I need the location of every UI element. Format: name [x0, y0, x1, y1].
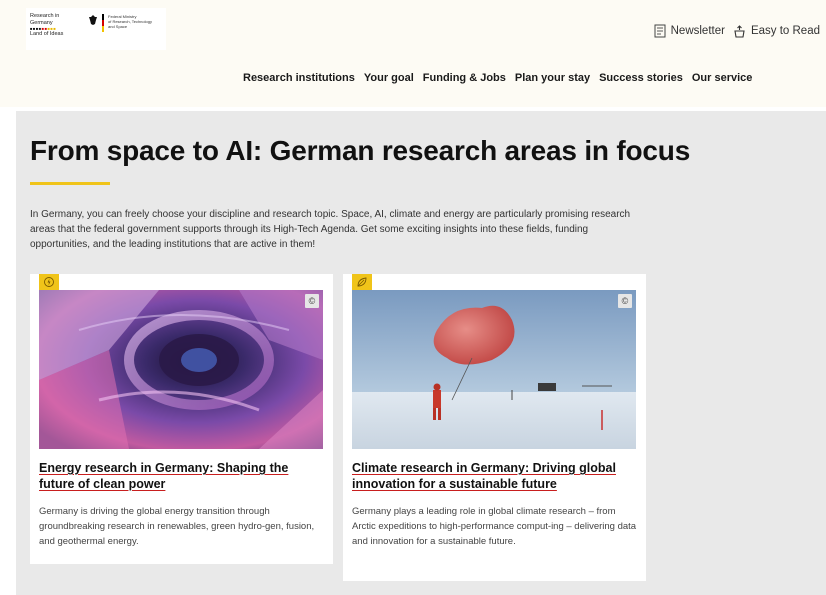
newsletter-icon — [654, 24, 666, 38]
energy-research-image: © — [39, 290, 323, 449]
easy-to-read-link[interactable]: Easy to Read — [733, 24, 820, 38]
research-in-germany-logo[interactable]: Research in Germany ■■■■■■■■■ Land of Id… — [30, 13, 63, 38]
logo-area[interactable]: Research in Germany ■■■■■■■■■ Land of Id… — [26, 8, 166, 50]
site-header: Research in Germany ■■■■■■■■■ Land of Id… — [0, 0, 826, 107]
energy-icon — [39, 274, 59, 290]
card-description: Germany plays a leading role in global c… — [352, 506, 637, 547]
intro-text: In Germany, you can freely choose your d… — [30, 209, 631, 250]
logo-line: Land of Ideas — [30, 31, 64, 37]
nav-item-success-stories[interactable]: Success stories — [599, 72, 683, 84]
newsletter-link[interactable]: Newsletter — [654, 24, 725, 38]
ministry-line: and Space — [108, 24, 128, 29]
main-nav: Research institutions Your goal Funding … — [243, 72, 761, 84]
leaf-icon — [352, 274, 372, 290]
nav-item-funding-jobs[interactable]: Funding & Jobs — [423, 72, 506, 84]
card-climate-research[interactable]: © Climate research in Germany: Driving g… — [343, 274, 646, 581]
nav-item-your-goal[interactable]: Your goal — [364, 72, 414, 84]
main-content: From space to AI: German research areas … — [16, 111, 826, 595]
german-flag-stripe — [102, 14, 104, 32]
card-title-link[interactable]: Energy research in Germany: Shaping the … — [39, 460, 324, 492]
logo-line: Research in — [30, 13, 60, 19]
eagle-icon — [89, 15, 97, 25]
easy-read-icon — [734, 24, 745, 38]
card-title-link[interactable]: Climate research in Germany: Driving glo… — [352, 460, 637, 492]
copyright-badge[interactable]: © — [618, 294, 632, 308]
nav-item-research-institutions[interactable]: Research institutions — [243, 72, 355, 84]
nav-item-plan-your-stay[interactable]: Plan your stay — [515, 72, 590, 84]
title-accent-bar — [30, 182, 110, 185]
nav-item-our-service[interactable]: Our service — [692, 72, 753, 84]
card-description: Germany is driving the global energy tra… — [39, 506, 315, 547]
header-tools: Newsletter Easy to Read — [654, 24, 820, 38]
easy-read-label: Easy to Read — [750, 25, 820, 37]
ministry-logo[interactable]: Federal Ministry of Research, Technology… — [108, 14, 152, 29]
newsletter-label: Newsletter — [670, 25, 725, 37]
climate-research-image: © — [352, 290, 636, 449]
card-energy-research[interactable]: © Energy research in Germany: Shaping th… — [30, 274, 333, 564]
page-title: From space to AI: German research areas … — [30, 135, 691, 166]
copyright-badge[interactable]: © — [305, 294, 319, 308]
